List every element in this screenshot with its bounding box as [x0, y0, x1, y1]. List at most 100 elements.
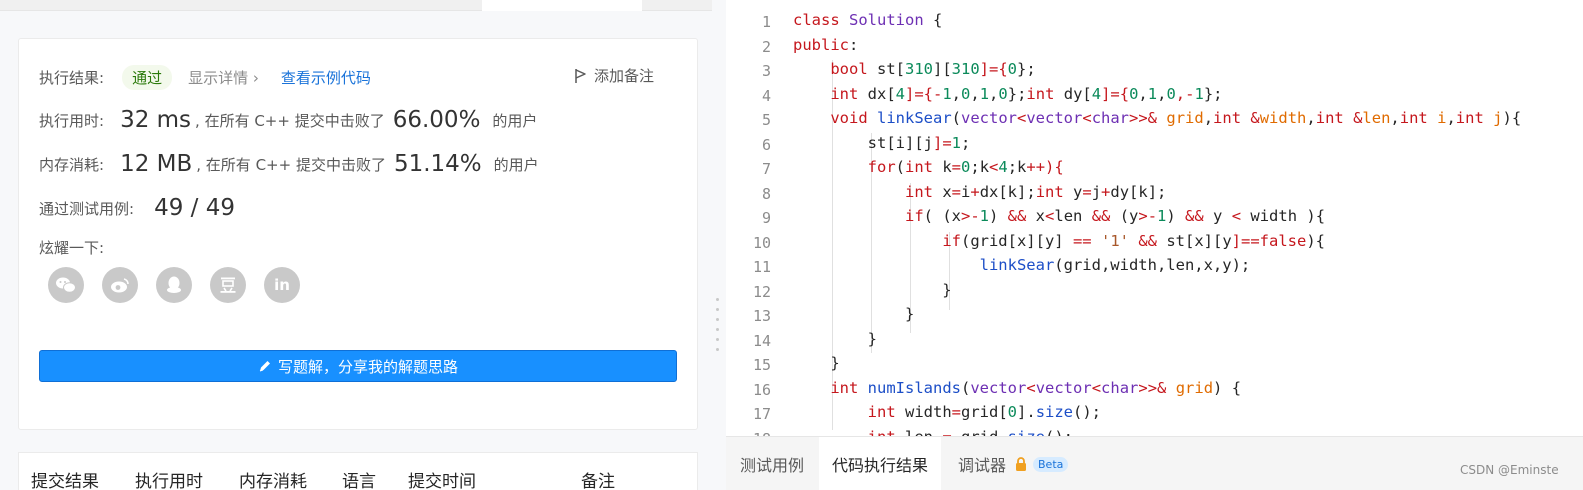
- tab-run-result[interactable]: 代码执行结果: [819, 437, 942, 490]
- line-number: 12: [752, 283, 771, 301]
- line-number: 14: [752, 332, 771, 350]
- col-header-runtime[interactable]: 执行用时: [135, 467, 203, 490]
- result-row: 执行结果: 通过 显示详情 › 查看示例代码: [39, 65, 371, 90]
- col-header-time[interactable]: 提交时间: [408, 467, 476, 490]
- code-line: }: [793, 281, 952, 299]
- tab-debugger[interactable]: 调试器 Beta: [958, 437, 1069, 490]
- runtime-percent: 66.00%: [392, 107, 481, 133]
- col-header-note[interactable]: 备注: [581, 467, 615, 490]
- col-header-memory[interactable]: 内存消耗: [239, 467, 307, 490]
- line-number: 5: [761, 111, 771, 129]
- submission-panel: 执行结果: 通过 显示详情 › 查看示例代码 添加备注 执行用时: 32 ms …: [0, 0, 712, 490]
- code-line: int numIslands(vector<vector<char>>& gri…: [830, 379, 1242, 397]
- splitter-grip-dot: [716, 338, 719, 341]
- douban-icon[interactable]: [210, 267, 246, 303]
- write-solution-label: 写题解，分享我的解题思路: [277, 357, 458, 376]
- memory-row: 内存消耗: 12 MB , 在所有 C++ 提交中击败了 51.14% 的用户: [39, 151, 539, 177]
- line-number: 6: [761, 136, 771, 154]
- code-line: int width=grid[0].size();: [867, 403, 1102, 421]
- tests-value: 49 / 49: [154, 195, 235, 221]
- leetcode-submission-page: 执行结果: 通过 显示详情 › 查看示例代码 添加备注 执行用时: 32 ms …: [0, 0, 1583, 490]
- code-line: if( (x>-1) && x<len && (y>-1) && y < wid…: [904, 207, 1326, 225]
- pencil-icon: [259, 361, 270, 372]
- top-tab-bar: [0, 0, 712, 11]
- line-number: 9: [761, 209, 771, 227]
- splitter-grip-dot: [716, 328, 719, 331]
- line-number: 11: [752, 258, 771, 276]
- code-line: public:: [793, 36, 859, 54]
- tab-test-case-label: 测试用例: [740, 456, 805, 475]
- splitter-grip-dot: [716, 298, 719, 301]
- line-number: 2: [761, 38, 771, 56]
- add-note-label: 添加备注: [594, 67, 655, 85]
- line-number: 13: [752, 307, 771, 325]
- status-badge: 通过: [122, 65, 173, 90]
- col-header-result[interactable]: 提交结果: [31, 467, 99, 490]
- line-number: 17: [752, 405, 771, 423]
- weibo-icon[interactable]: [102, 267, 138, 303]
- tab-run-result-label: 代码执行结果: [832, 456, 929, 475]
- show-details-link[interactable]: 显示详情 ›: [188, 67, 259, 88]
- runtime-suffix: 的用户: [492, 111, 538, 130]
- tests-label: 通过测试用例:: [39, 199, 135, 218]
- memory-suffix: 的用户: [493, 155, 539, 174]
- view-sample-code-link[interactable]: 查看示例代码: [281, 67, 371, 88]
- top-tab-active[interactable]: [482, 0, 642, 11]
- tab-debugger-label: 调试器: [958, 456, 1007, 475]
- memory-text: , 在所有 C++ 提交中击败了: [196, 155, 386, 174]
- panel-splitter[interactable]: [712, 0, 726, 490]
- share-label-row: 炫耀一下:: [39, 237, 104, 258]
- col-header-language[interactable]: 语言: [342, 467, 376, 490]
- splitter-grip-dot: [716, 348, 719, 351]
- lock-icon: [1016, 457, 1027, 471]
- result-label: 执行结果:: [39, 69, 105, 87]
- line-number: 8: [761, 185, 771, 203]
- line-number: 10: [752, 234, 771, 252]
- code-line: int len = grid.size();: [793, 428, 1073, 436]
- line-number: 3: [761, 62, 771, 80]
- code-line: if(grid[x][y] == '1' && st[x][y]==false)…: [942, 232, 1325, 250]
- code-line: class Solution {: [793, 11, 943, 29]
- linkedin-icon[interactable]: in: [264, 267, 300, 303]
- runtime-row: 执行用时: 32 ms , 在所有 C++ 提交中击败了 66.00% 的用户: [39, 107, 537, 133]
- code-line: int x=i+dx[k];int y=j+dy[k];: [904, 183, 1167, 201]
- line-number: 1: [761, 13, 771, 31]
- runtime-label: 执行用时:: [39, 111, 105, 130]
- tests-row: 通过测试用例: 49 / 49: [39, 195, 235, 221]
- submissions-table: 提交结果 执行用时 内存消耗 语言 提交时间 备注: [18, 452, 698, 490]
- code-line: void linkSear(vector<vector<char>>& grid…: [830, 109, 1522, 127]
- code-line: }: [793, 330, 877, 348]
- tab-test-case[interactable]: 测试用例: [726, 437, 818, 490]
- csdn-watermark: CSDN @Eminste: [1460, 463, 1559, 477]
- add-note-button[interactable]: 添加备注: [574, 65, 654, 86]
- line-number-gutter: 1 2 3 4 5 6 7 8 9 10 11 12 13 14 15 16 1…: [726, 0, 786, 436]
- code-line: }: [793, 305, 915, 323]
- line-number: 7: [761, 160, 771, 178]
- console-tab-bar: 测试用例 代码执行结果 调试器 Beta: [726, 436, 1583, 490]
- code-line: linkSear(grid,width,len,x,y);: [979, 256, 1251, 274]
- result-card: 执行结果: 通过 显示详情 › 查看示例代码 添加备注 执行用时: 32 ms …: [18, 38, 698, 430]
- runtime-text: , 在所有 C++ 提交中击败了: [195, 111, 385, 130]
- code-line: bool st[310][310]={0};: [830, 60, 1036, 78]
- beta-badge: Beta: [1033, 456, 1069, 472]
- flag-icon: [575, 68, 586, 83]
- code-line: for(int k=0;k<4;k++){: [867, 158, 1064, 176]
- line-number: 15: [752, 356, 771, 374]
- code-line: st[i][j]=1;: [793, 134, 971, 152]
- memory-percent: 51.14%: [393, 151, 482, 177]
- write-solution-button[interactable]: 写题解，分享我的解题思路: [39, 350, 677, 382]
- splitter-grip-dot: [716, 318, 719, 321]
- qq-icon[interactable]: [156, 267, 192, 303]
- line-number: 4: [761, 87, 771, 105]
- memory-value: 12 MB: [120, 151, 193, 177]
- share-icons: in: [48, 267, 300, 303]
- share-label: 炫耀一下:: [39, 239, 105, 257]
- code-editor[interactable]: 1 2 3 4 5 6 7 8 9 10 11 12 13 14 15 16 1…: [726, 0, 1583, 436]
- line-number: 16: [752, 381, 771, 399]
- wechat-icon[interactable]: [48, 267, 84, 303]
- linkedin-text: in: [274, 276, 290, 294]
- runtime-value: 32 ms: [120, 107, 192, 133]
- splitter-grip-dot: [716, 308, 719, 311]
- memory-label: 内存消耗:: [39, 155, 105, 174]
- code-line: }: [793, 354, 840, 372]
